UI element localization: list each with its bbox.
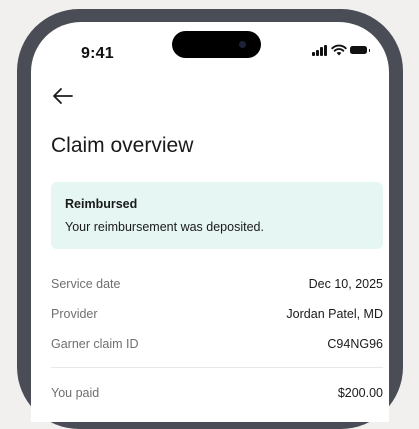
arrow-left-icon	[53, 88, 73, 104]
payment-label: You paid	[51, 386, 100, 400]
page-title: Claim overview	[51, 134, 194, 157]
claim-status-title: Reimbursed	[65, 197, 138, 211]
detail-label: Service date	[51, 277, 121, 291]
detail-row-you-paid: You paid $200.00	[51, 386, 383, 404]
detail-label: Provider	[51, 307, 98, 321]
back-button[interactable]	[51, 84, 77, 108]
status-time: 9:41	[81, 45, 114, 62]
cellular-signal-icon	[312, 45, 328, 56]
app-screen: 9:41 Claim overview Reimbursed Your reim…	[31, 22, 389, 422]
detail-row-provider: Provider Jordan Patel, MD	[51, 307, 383, 325]
dynamic-island	[172, 31, 261, 58]
detail-value: Jordan Patel, MD	[286, 307, 383, 321]
status-bar: 9:41	[31, 22, 389, 72]
section-divider	[51, 367, 383, 368]
payment-value: $200.00	[337, 386, 383, 400]
wifi-icon	[331, 44, 347, 56]
detail-value: C94NG96	[327, 337, 383, 351]
detail-row-service-date: Service date Dec 10, 2025	[51, 277, 383, 295]
camera-dot	[239, 41, 246, 48]
detail-value: Dec 10, 2025	[308, 277, 383, 291]
detail-label: Garner claim ID	[51, 337, 139, 351]
battery-icon	[350, 46, 370, 54]
claim-status-message: Your reimbursement was deposited.	[65, 220, 264, 234]
detail-row-claim-id: Garner claim ID C94NG96	[51, 337, 383, 355]
status-icons	[312, 43, 370, 57]
claim-status-card: Reimbursed Your reimbursement was deposi…	[51, 182, 383, 249]
